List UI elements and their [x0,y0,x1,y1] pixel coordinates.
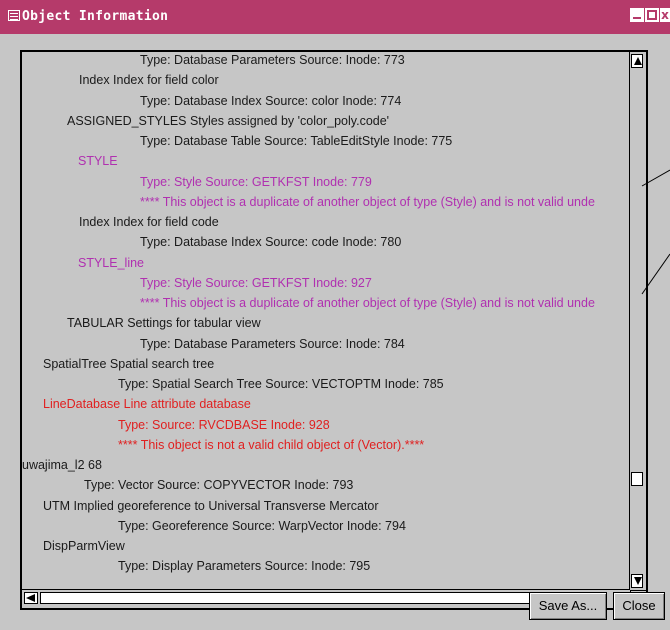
info-line: Type: Database Index Source: code Inode:… [140,235,402,250]
scroll-down-icon[interactable] [631,574,643,588]
info-line: **** This object is a duplicate of anoth… [140,296,595,310]
info-line: SpatialTree Spatial search tree [43,356,215,371]
maximize-icon[interactable] [645,8,659,22]
info-line: LineDatabase Line attribute database [43,397,251,412]
info-line: TABULAR Settings for tabular view [67,316,261,331]
save-as-button[interactable]: Save As... [529,592,607,620]
info-line: Type: Database Table Source: TableEditSt… [140,134,453,148]
info-line: STYLE_line [78,255,145,270]
info-line: uwajima_l2 68 [22,458,102,472]
info-line: Type: Georeference Source: WarpVector In… [118,518,406,533]
pointer-lines [641,169,670,295]
horizontal-scroll-thumb[interactable] [40,592,532,604]
vertical-scrollbar[interactable] [629,52,646,590]
info-line: Index Index for field code [79,215,219,229]
object-info-text-area[interactable]: Type: Database Parameters Source: Inode:… [20,50,648,610]
close-button[interactable]: Close [613,592,665,620]
info-line: UTM Implied georeference to Universal Tr… [43,498,379,513]
info-line: Type: Style Source: GETKFST Inode: 779 [140,174,372,189]
info-line: DispParmView [43,539,125,553]
info-line: Index Index for field color [79,73,219,88]
scroll-up-icon[interactable] [631,54,643,68]
info-line: Type: Source: RVCDBASE Inode: 928 [118,417,330,432]
info-line: ASSIGNED_STYLES Styles assigned by 'colo… [67,113,390,128]
close-icon[interactable]: x [660,8,670,22]
info-line: Type: Spatial Search Tree Source: VECTOP… [118,377,444,391]
window-menu-icon[interactable] [8,10,20,21]
info-line: Type: Database Index Source: color Inode… [140,93,402,108]
window-title: Object Information [22,9,169,24]
info-line: Type: Style Source: GETKFST Inode: 927 [140,275,372,290]
info-line: **** This object is not a valid child ob… [118,437,425,452]
vertical-scroll-thumb[interactable] [631,472,643,486]
object-information-window: Object Information x Type: Database Para… [0,0,670,630]
info-line: Type: Database Parameters Source: Inode:… [140,336,405,351]
info-line: Type: Vector Source: COPYVECTOR Inode: 7… [84,478,354,493]
info-line: STYLE [78,154,118,169]
scroll-left-icon[interactable] [24,592,38,604]
info-line: Type: Database Parameters Source: Inode:… [140,53,405,67]
info-line: Type: Display Parameters Source: Inode: … [118,559,371,574]
minimize-icon[interactable] [630,8,644,22]
info-line: **** This object is a duplicate of anoth… [140,194,595,209]
title-bar[interactable]: Object Information x [0,0,670,34]
text-lines: Type: Database Parameters Source: Inode:… [22,52,630,590]
